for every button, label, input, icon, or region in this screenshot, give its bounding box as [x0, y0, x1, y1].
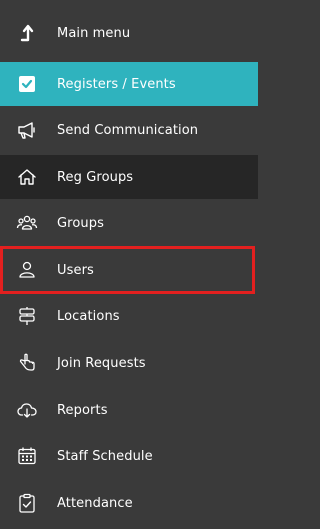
menu-item-locations[interactable]: Locations — [0, 294, 258, 338]
people-icon — [16, 212, 38, 234]
user-icon — [16, 259, 38, 281]
menu-item-reg-groups[interactable]: Reg Groups — [0, 155, 258, 199]
menu-item-label: Locations — [57, 308, 120, 324]
cloud-download-icon — [16, 399, 38, 421]
menu-item-label: Groups — [57, 215, 104, 231]
clipboard-check-icon — [16, 492, 38, 514]
menu-item-label: Send Communication — [57, 122, 199, 138]
menu-item-send-communication[interactable]: Send Communication — [0, 108, 258, 152]
menu-item-label: Registers / Events — [57, 76, 176, 92]
home-icon — [16, 166, 38, 188]
menu-item-label: Join Requests — [57, 355, 146, 371]
checkbox-icon — [16, 73, 38, 95]
menu-item-label: Main menu — [57, 25, 131, 41]
menu-item-label: Staff Schedule — [57, 448, 153, 464]
menu-item-label: Users — [57, 262, 94, 278]
menu-item-main-menu[interactable]: Main menu — [0, 11, 258, 55]
menu-item-label: Attendance — [57, 495, 133, 511]
menu-item-label: Reg Groups — [57, 169, 134, 185]
signpost-icon — [16, 305, 38, 327]
menu-item-attendance[interactable]: Attendance — [0, 481, 258, 525]
sidebar-menu: Main menu Registers / Events Send Commun… — [0, 0, 258, 529]
menu-item-staff-schedule[interactable]: Staff Schedule — [0, 434, 258, 478]
menu-item-groups[interactable]: Groups — [0, 201, 258, 245]
megaphone-icon — [16, 119, 38, 141]
menu-item-reports[interactable]: Reports — [0, 388, 258, 432]
calendar-icon — [16, 445, 38, 467]
menu-item-join-requests[interactable]: Join Requests — [0, 341, 258, 385]
arrow-up-icon — [16, 22, 38, 44]
menu-item-label: Reports — [57, 402, 108, 418]
menu-item-registers-events[interactable]: Registers / Events — [0, 62, 258, 106]
menu-item-users[interactable]: Users — [0, 246, 255, 294]
hand-icon — [16, 352, 38, 374]
